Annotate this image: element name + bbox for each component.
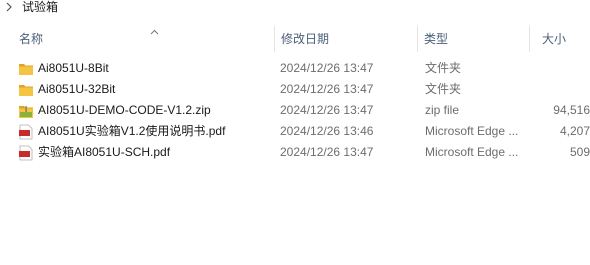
- sort-ascending-icon: [150, 18, 159, 48]
- pdf-icon: [18, 145, 34, 161]
- column-header-type[interactable]: 类型: [417, 24, 529, 54]
- file-row[interactable]: AI8051U实验箱V1.2使用说明书.pdf 2024/12/26 13:46…: [0, 121, 590, 142]
- column-header-date-label: 修改日期: [281, 32, 330, 46]
- zip-icon: [18, 103, 34, 119]
- file-type: 文件夹: [425, 82, 462, 96]
- file-name: Ai8051U-8Bit: [38, 61, 109, 75]
- file-type: 文件夹: [425, 61, 462, 75]
- file-size: 4,207: [559, 124, 590, 138]
- file-row[interactable]: Ai8051U-8Bit 2024/12/26 13:47 文件夹: [0, 58, 590, 79]
- column-header-size[interactable]: 大小: [535, 24, 590, 54]
- file-date: 2024/12/26 13:47: [280, 145, 374, 159]
- file-name: AI8051U实验箱V1.2使用说明书.pdf: [38, 124, 226, 138]
- breadcrumb-folder[interactable]: 试验箱: [22, 0, 58, 14]
- chevron-right-icon[interactable]: [2, 0, 16, 14]
- file-row[interactable]: 实验箱AI8051U-SCH.pdf 2024/12/26 13:47 Micr…: [0, 142, 590, 163]
- column-divider[interactable]: [529, 26, 530, 52]
- file-name: 实验箱AI8051U-SCH.pdf: [38, 145, 171, 159]
- file-size: 509: [569, 145, 590, 159]
- column-header-name[interactable]: 名称: [12, 24, 274, 54]
- pdf-icon: [18, 124, 34, 140]
- file-type: Microsoft Edge ...: [425, 145, 519, 159]
- file-name: Ai8051U-32Bit: [38, 82, 116, 96]
- column-header-name-label: 名称: [19, 32, 44, 46]
- file-date: 2024/12/26 13:47: [280, 61, 374, 75]
- column-header-row: 名称 修改日期 类型 大小: [0, 24, 590, 54]
- column-header-size-label: 大小: [542, 32, 567, 46]
- file-date: 2024/12/26 13:46: [280, 124, 374, 138]
- folder-icon: [18, 61, 34, 77]
- file-row[interactable]: AI8051U-DEMO-CODE-V1.2.zip 2024/12/26 13…: [0, 100, 590, 121]
- column-header-type-label: 类型: [424, 32, 449, 46]
- file-type: Microsoft Edge ...: [425, 124, 519, 138]
- file-row[interactable]: Ai8051U-32Bit 2024/12/26 13:47 文件夹: [0, 79, 590, 100]
- file-size: [537, 58, 590, 79]
- breadcrumb: 试验箱: [0, 0, 590, 14]
- file-list: Ai8051U-8Bit 2024/12/26 13:47 文件夹 Ai8051…: [0, 58, 590, 163]
- folder-icon: [18, 82, 34, 98]
- file-size: 94,516: [553, 103, 590, 117]
- file-date: 2024/12/26 13:47: [280, 82, 374, 96]
- file-size: [537, 79, 590, 100]
- column-header-date[interactable]: 修改日期: [274, 24, 417, 54]
- file-type: zip file: [425, 103, 460, 117]
- file-date: 2024/12/26 13:47: [280, 103, 374, 117]
- file-name: AI8051U-DEMO-CODE-V1.2.zip: [38, 103, 211, 117]
